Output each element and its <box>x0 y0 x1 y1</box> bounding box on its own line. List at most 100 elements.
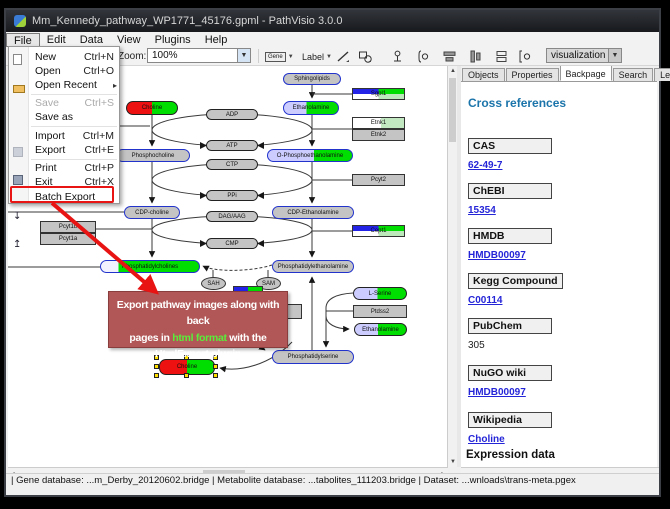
canvas-vertical-scrollbar[interactable]: ▲ ▼ <box>447 66 457 467</box>
xref-link[interactable]: HMDB00097 <box>468 250 648 261</box>
chevron-down-icon[interactable]: ▼ <box>326 54 332 60</box>
backpage-section-cas: CAS 62-49-7 <box>468 136 648 171</box>
selection-handle[interactable] <box>154 373 159 378</box>
pathway-node-sphingolipids[interactable]: Sphingolipids <box>283 73 341 85</box>
gene-node-etnk1[interactable]: Etnk1 <box>352 117 405 129</box>
gene-node-pcyt1a[interactable]: Pcyt1a <box>40 233 96 245</box>
pathway-node-ethanolamine-top[interactable]: Ethanolamine <box>283 101 339 115</box>
visualization-combobox[interactable]: visualization ▼ <box>546 48 622 63</box>
pathway-node-ethanolamine-bottom[interactable]: Ethanolamine <box>354 323 407 336</box>
pathway-node-cmp[interactable]: CMP <box>206 238 258 249</box>
pathway-node-cdp-choline[interactable]: CDP-choline <box>124 206 180 219</box>
pathway-node-adp[interactable]: ADP <box>206 109 258 120</box>
xref-link[interactable]: 15354 <box>468 205 648 216</box>
scroll-thumb[interactable] <box>449 78 456 142</box>
tab-search[interactable]: Search <box>613 68 654 81</box>
expression-data-heading: Expression data <box>466 449 555 461</box>
pathway-node-ppi[interactable]: PPi <box>206 190 258 201</box>
zoom-combobox[interactable]: 100% ▼ <box>147 48 251 63</box>
menu-item-export[interactable]: ↥ ExportCtrl+E <box>9 143 121 157</box>
shape-tool-icon[interactable] <box>358 49 373 64</box>
gene-node-etnk2[interactable]: Etnk2 <box>352 129 405 141</box>
zoom-label: Zoom: <box>118 51 146 62</box>
gene-node-pcyt1b[interactable]: Pcyt1b <box>40 221 96 233</box>
align-vertical-icon[interactable] <box>468 49 483 64</box>
selection-handle[interactable] <box>184 373 189 378</box>
window-title: Mm_Kennedy_pathway_WP1771_45176.gpml - P… <box>32 15 342 27</box>
pathway-node-phosphocholine[interactable]: Phosphocholine <box>116 149 190 162</box>
menu-edit[interactable]: Edit <box>40 33 73 47</box>
pathway-node-l-serine[interactable]: L-Serine <box>353 287 407 300</box>
tab-backpage[interactable]: Backpage <box>560 65 612 81</box>
section-header: CAS <box>468 138 552 154</box>
tab-legend[interactable]: Legend <box>654 68 670 81</box>
pathway-node-o-phosphoethanolamine[interactable]: O-Phosphoethanolamine <box>267 149 353 162</box>
bracket-tool-icon[interactable] <box>518 49 533 64</box>
gene-node-ptdss2[interactable]: Ptdss2 <box>353 305 407 318</box>
gene-node-sgpl1[interactable]: Sgpl1 <box>352 88 405 100</box>
menu-plugins[interactable]: Plugins <box>148 33 198 47</box>
pathway-node-phosphatidylethanolamine[interactable]: Phosphatidylethanolamine <box>272 260 354 273</box>
stack-tool-icon[interactable] <box>494 49 509 64</box>
section-header: Kegg Compound <box>468 273 563 289</box>
menu-help[interactable]: Help <box>198 33 235 47</box>
menu-bar: File Edit Data View Plugins Help <box>6 32 659 47</box>
menu-view[interactable]: View <box>110 33 148 47</box>
menu-item-open[interactable]: OpenCtrl+O <box>9 64 121 78</box>
gene-tool-button[interactable]: Gene▼ <box>265 49 294 64</box>
menu-data[interactable]: Data <box>73 33 110 47</box>
menu-item-save[interactable]: SaveCtrl+S <box>9 96 121 110</box>
chevron-down-icon[interactable]: ▼ <box>288 54 294 60</box>
group-tool-icon[interactable] <box>416 49 431 64</box>
menu-file[interactable]: File <box>6 33 40 47</box>
backpage-section-wikipedia: Wikipedia Choline <box>468 410 648 445</box>
backpage-section-chebi: ChEBI 15354 <box>468 181 648 216</box>
xref-link[interactable]: 62-49-7 <box>468 160 648 171</box>
label-tool-button[interactable]: Label▼ <box>302 49 332 64</box>
chevron-down-icon[interactable]: ▼ <box>237 49 250 62</box>
section-header: PubChem <box>468 318 552 334</box>
menu-item-open-recent[interactable]: Open Recent ▸ <box>9 78 121 92</box>
file-menu-popup: NewCtrl+N OpenCtrl+O Open Recent ▸ SaveC… <box>8 46 120 204</box>
xref-link[interactable]: HMDB00097 <box>468 387 648 398</box>
gene-node-cept1[interactable]: Cept1 <box>352 225 405 237</box>
gene-node-pcyt2[interactable]: Pcyt2 <box>352 174 405 186</box>
scroll-down-icon[interactable]: ▼ <box>450 459 456 465</box>
scroll-up-icon[interactable]: ▲ <box>450 68 456 74</box>
status-bar: | Gene database: ...m_Derby_20120602.bri… <box>6 473 659 487</box>
selection-handle[interactable] <box>154 364 159 369</box>
selection-handle[interactable] <box>213 364 218 369</box>
pathway-node-cdp-ethanolamine[interactable]: CDP-Ethanolamine <box>272 206 354 219</box>
menu-item-new[interactable]: NewCtrl+N <box>9 50 121 64</box>
pathway-node-dag-aag[interactable]: DAG/AAG <box>206 211 258 222</box>
line-tool-icon[interactable] <box>336 49 351 64</box>
side-panel-tabs: Objects Properties Backpage Search Legen… <box>461 66 657 82</box>
xref-link[interactable]: C00114 <box>468 295 648 306</box>
xref-value: 305 <box>468 340 648 351</box>
xref-link[interactable]: Choline <box>468 434 648 445</box>
tab-objects[interactable]: Objects <box>462 68 505 81</box>
pathway-node-phosphatidylserine[interactable]: Phosphatidylserine <box>272 350 354 364</box>
selection-handle[interactable] <box>213 373 218 378</box>
annotation-highlight-box <box>10 186 114 203</box>
pathway-node-choline-top[interactable]: Choline <box>126 101 178 115</box>
backpage-section-pubchem: PubChem 305 <box>468 316 648 351</box>
pathway-node-atp[interactable]: ATP <box>206 140 258 151</box>
backpage-section-hmdb: HMDB HMDB00097 <box>468 226 648 261</box>
pathway-node-ctp[interactable]: CTP <box>206 159 258 170</box>
menu-item-import[interactable]: ↧ ImportCtrl+M <box>9 129 121 143</box>
pathway-node-sah[interactable]: SAH <box>201 277 226 290</box>
menu-item-save-as[interactable]: Save as <box>9 110 121 124</box>
tab-properties[interactable]: Properties <box>506 68 559 81</box>
annotation-callout: Export pathway images along with back pa… <box>108 291 288 348</box>
section-header: NuGO wiki <box>468 365 552 381</box>
section-header: Wikipedia <box>468 412 552 428</box>
section-header: HMDB <box>468 228 552 244</box>
title-bar[interactable]: Mm_Kennedy_pathway_WP1771_45176.gpml - P… <box>6 10 659 32</box>
submenu-arrow-icon: ▸ <box>113 81 117 90</box>
pathway-node-phosphatidylcholines[interactable]: Phosphatidylcholines <box>100 260 200 273</box>
anchor-tool-icon[interactable] <box>390 49 405 64</box>
chevron-down-icon[interactable]: ▼ <box>608 49 621 62</box>
menu-item-print[interactable]: PrintCtrl+P <box>9 161 121 175</box>
align-horizontal-icon[interactable] <box>442 49 457 64</box>
